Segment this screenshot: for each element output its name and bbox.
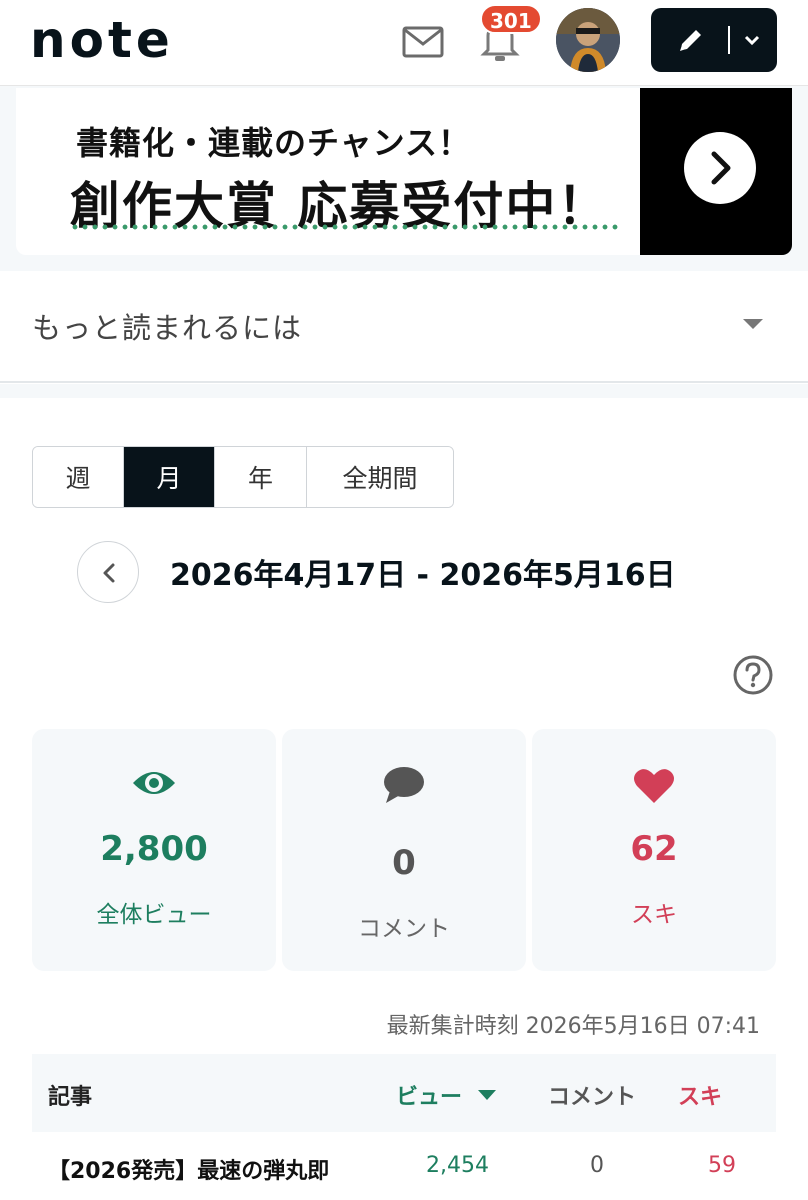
tips-accordion[interactable]: もっと読まれるには — [0, 271, 808, 383]
tab-all-time[interactable]: 全期間 — [307, 447, 453, 507]
contest-banner[interactable]: 書籍化・連載のチャンス！ 創作大賞 応募受付中！ — [16, 88, 792, 255]
chevron-down-icon[interactable] — [743, 32, 761, 48]
likes-label: スキ — [631, 902, 677, 928]
post-button[interactable] — [651, 8, 777, 72]
comment-bubble-icon — [384, 767, 424, 803]
column-header-article: 記事 — [48, 1085, 93, 1110]
comments-value: 0 — [392, 843, 416, 883]
top-header: note 301 — [0, 0, 808, 86]
article-views: 2,454 — [426, 1153, 489, 1178]
arrow-right-icon[interactable] — [684, 132, 756, 204]
article-title[interactable]: 【2026発売】最速の弾丸即 — [48, 1153, 329, 1185]
mail-icon[interactable] — [402, 26, 444, 58]
likes-card: 62 スキ — [532, 729, 776, 971]
pencil-icon — [680, 30, 701, 51]
caret-down-icon — [743, 319, 763, 329]
notification-badge: 301 — [480, 4, 542, 34]
article-comments: 0 — [590, 1153, 604, 1178]
note-logo[interactable]: note — [30, 12, 174, 68]
column-header-comments[interactable]: コメント — [548, 1079, 636, 1111]
column-header-likes[interactable]: スキ — [678, 1079, 722, 1111]
last-updated-timestamp: 最新集計時刻 2026年5月16日 07:41 — [386, 1014, 760, 1039]
heart-icon — [634, 769, 674, 803]
date-range: 2026年4月17日 - 2026年5月16日 — [170, 558, 676, 593]
user-avatar[interactable] — [556, 8, 620, 72]
accordion-label: もっと読まれるには — [32, 311, 303, 345]
comments-card: 0 コメント — [282, 729, 526, 971]
article-likes: 59 — [708, 1153, 736, 1178]
period-tabs: 週 月 年 全期間 — [32, 446, 454, 508]
tab-month[interactable]: 月 — [124, 447, 215, 507]
views-label: 全体ビュー — [96, 902, 212, 928]
previous-period-button[interactable] — [77, 541, 139, 603]
column-header-views[interactable]: ビュー — [396, 1079, 462, 1111]
table-header: 記事 ビュー コメント スキ — [32, 1054, 776, 1132]
banner-subtitle: 書籍化・連載のチャンス！ — [76, 124, 472, 162]
eye-icon — [133, 772, 175, 794]
comments-label: コメント — [358, 916, 450, 942]
banner-arrow-panel[interactable] — [640, 88, 792, 255]
chevron-left-icon — [103, 563, 115, 583]
views-value: 2,800 — [100, 829, 208, 869]
post-button-divider — [728, 26, 730, 54]
views-card: 2,800 全体ビュー — [32, 729, 276, 971]
likes-value: 62 — [630, 829, 678, 869]
banner-dotted-underline — [70, 224, 618, 230]
table-row[interactable]: 【2026発売】最速の弾丸即 2,454 0 59 — [32, 1140, 776, 1200]
section-divider — [0, 384, 808, 398]
tab-year[interactable]: 年 — [215, 447, 307, 507]
tab-week[interactable]: 週 — [33, 447, 124, 507]
sort-desc-icon[interactable] — [478, 1089, 496, 1101]
help-icon[interactable] — [732, 654, 774, 696]
